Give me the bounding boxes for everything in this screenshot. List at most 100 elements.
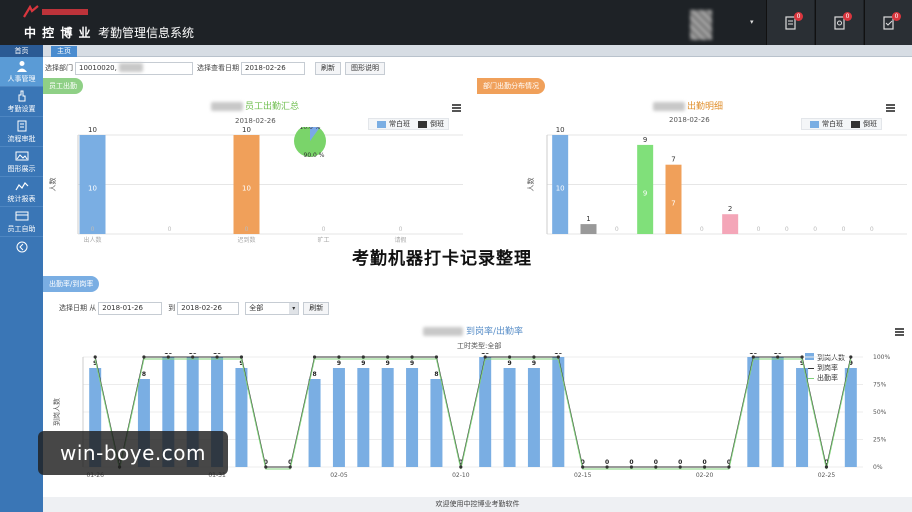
line-point	[410, 355, 414, 359]
panel-right-subtitle: 2018-02-26	[669, 116, 710, 124]
line-point	[215, 355, 219, 359]
sidebar-item-label: 员工自助	[7, 224, 36, 233]
data-label: 2	[728, 205, 732, 213]
arrow-left-icon	[16, 241, 27, 253]
line-point	[434, 355, 439, 359]
bar	[796, 368, 809, 467]
data-label: 10	[242, 185, 251, 193]
sidebar-item-reports[interactable]: 统计报表	[0, 177, 43, 207]
line-point	[849, 355, 853, 359]
line-point	[386, 355, 390, 359]
data-label: 0	[757, 226, 761, 233]
data-label: 10	[556, 127, 565, 134]
notice-badge: 0	[794, 12, 803, 21]
x-tick-label: 迟到数	[237, 236, 255, 244]
sidebar-item-approval[interactable]: 流程审批	[0, 117, 43, 147]
bar	[406, 368, 419, 467]
bar	[722, 214, 739, 234]
data-label: 0	[399, 226, 403, 233]
x-tick-label: 请假	[394, 236, 406, 244]
chevron-down-icon[interactable]: ▾	[750, 18, 754, 26]
sidebar: 首页 人事管理 考勤设置 流程审批 图形展示 统计报表 员工自助	[0, 45, 43, 512]
bottom-refresh-button[interactable]: 刷新	[303, 301, 330, 315]
y-axis-label: 到岗人数	[52, 398, 61, 426]
data-label: 0	[605, 459, 609, 466]
data-label: 0	[702, 459, 706, 466]
sidebar-item-graphics[interactable]: 图形展示	[0, 147, 43, 177]
image-icon	[15, 151, 28, 160]
tab-home[interactable]: 主页	[51, 46, 77, 57]
data-label: 0	[870, 226, 874, 233]
chart-help-button[interactable]: 图形说明	[345, 61, 385, 75]
panel-right-tag: 部门出勤分布情况	[477, 78, 545, 94]
tab-bar: 主页	[43, 45, 912, 57]
data-label: 7	[671, 156, 675, 164]
bar	[503, 368, 516, 467]
y2-tick-label: 100%	[873, 354, 890, 361]
sidebar-item-label: 图形展示	[7, 164, 36, 173]
video-overlay-title: 考勤机器打卡记录整理	[352, 249, 532, 269]
line-point	[581, 465, 585, 469]
line-point	[239, 355, 244, 359]
x-tick-label: 02-20	[696, 472, 714, 479]
data-label: 0	[678, 459, 682, 466]
notice-button[interactable]: 0	[766, 0, 814, 45]
data-label: 0	[168, 226, 172, 233]
message-button[interactable]: 0	[815, 0, 863, 45]
data-label: 0	[615, 226, 619, 233]
data-label: 9	[532, 360, 536, 367]
top-bar: 中 控 博 业 考勤管理信息系统 ▾ 0 0 0	[0, 0, 912, 45]
menu-icon[interactable]	[886, 104, 895, 112]
bottom-filter-bar: 选择日期 从 2018-01-26 到 2018-02-26 全部 ▾ 刷新	[57, 300, 330, 316]
bar	[771, 357, 784, 467]
type-select-value: 全部	[249, 303, 264, 312]
y-axis-label: 人数	[526, 178, 535, 192]
from-date-input[interactable]: 2018-01-26	[98, 301, 163, 315]
data-label: 0	[654, 459, 658, 466]
sidebar-item-self-service[interactable]: 员工自助	[0, 207, 43, 237]
task-button[interactable]: 0	[864, 0, 912, 45]
bar	[332, 368, 345, 467]
line-point	[191, 355, 195, 359]
bar	[552, 357, 565, 467]
bottom-chart-title: 到岗率/出勤率	[423, 324, 523, 337]
data-label: 0	[700, 226, 704, 233]
refresh-button[interactable]: 刷新	[315, 61, 341, 75]
dept-input[interactable]: 10010020,	[75, 61, 193, 75]
bar	[844, 368, 857, 467]
y2-tick-label: 50%	[873, 409, 887, 416]
avatar[interactable]	[690, 10, 712, 40]
to-date-input[interactable]: 2018-02-26	[177, 301, 240, 315]
dept-value: 10010020,	[79, 63, 117, 72]
data-label: 7	[671, 199, 675, 207]
line-point	[264, 465, 268, 469]
from-label: 选择日期 从	[59, 304, 97, 312]
bar	[430, 379, 443, 467]
menu-icon[interactable]	[895, 328, 904, 336]
bar	[747, 357, 760, 467]
line-point	[483, 355, 487, 359]
data-label: 9	[507, 360, 511, 367]
data-label: 10	[88, 185, 97, 193]
sidebar-home[interactable]: 首页	[0, 45, 43, 57]
x-tick-label: 02-15	[574, 472, 592, 479]
line-point	[93, 355, 97, 359]
line-point	[702, 465, 707, 469]
sidebar-item-attendance-settings[interactable]: 考勤设置	[0, 87, 43, 117]
data-label: 9	[643, 136, 647, 144]
bar	[479, 357, 492, 467]
menu-icon[interactable]	[452, 104, 461, 112]
sidebar-item-hr[interactable]: 人事管理	[0, 57, 43, 87]
line-point	[312, 355, 317, 359]
data-label: 0	[813, 226, 817, 233]
date-input[interactable]: 2018-02-26	[241, 61, 305, 75]
panel-left-tag: 员工出勤	[43, 78, 83, 94]
line-point	[654, 465, 658, 469]
to-label: 到	[168, 304, 176, 312]
line-point	[459, 465, 463, 469]
type-select[interactable]: 全部 ▾	[245, 301, 300, 315]
logo-text: 中 控 博 业	[24, 26, 92, 40]
line-point	[824, 465, 829, 469]
sidebar-collapse-button[interactable]	[0, 237, 43, 259]
hand-icon	[18, 90, 25, 101]
